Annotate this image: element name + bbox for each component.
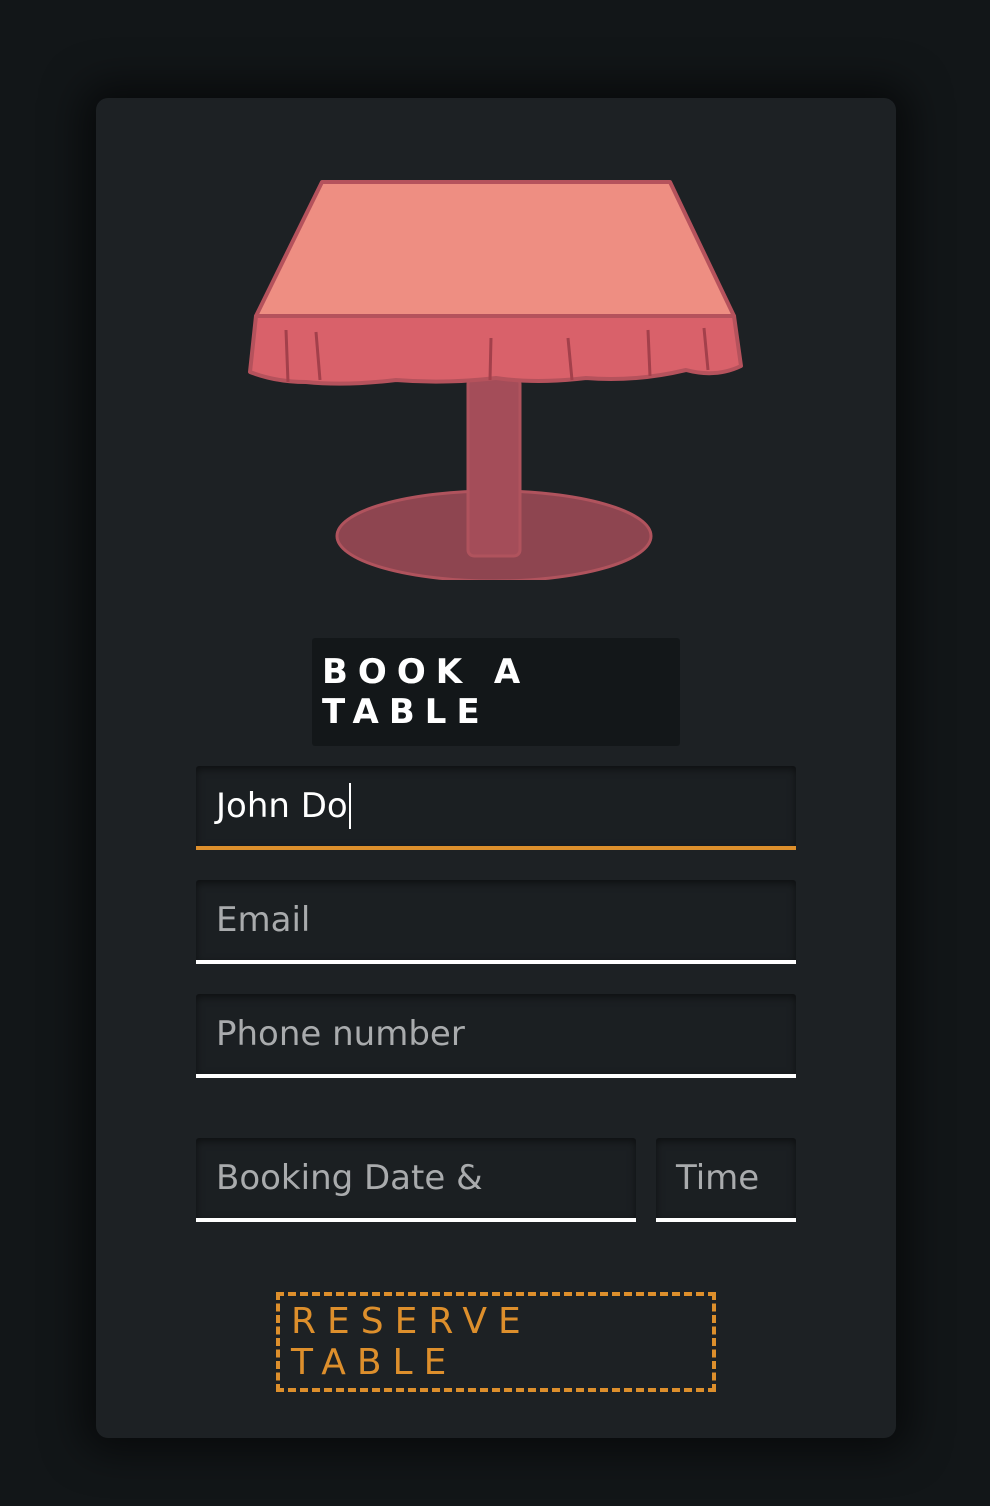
booking-date-field[interactable]: Booking Date & [196, 1138, 636, 1222]
page-title: BOOK A TABLE [312, 638, 680, 746]
phone-placeholder: Phone number [216, 1014, 465, 1054]
reserve-table-button[interactable]: RESERVE TABLE [276, 1292, 716, 1392]
booking-time-field[interactable]: Time [656, 1138, 796, 1222]
phone-field[interactable]: Phone number [196, 994, 796, 1078]
text-cursor [348, 783, 351, 829]
booking-date-placeholder: Booking Date & [216, 1158, 483, 1198]
email-field[interactable]: Email [196, 880, 796, 964]
heading-text: BOOK A TABLE [322, 652, 531, 732]
name-field[interactable]: John Do [196, 766, 796, 850]
email-placeholder: Email [216, 900, 311, 940]
booking-card: BOOK A TABLE John Do Email Phone number … [96, 98, 896, 1438]
reserve-table-label: RESERVE TABLE [291, 1301, 532, 1383]
dining-table-icon [248, 180, 743, 580]
name-value: John Do [216, 786, 348, 826]
booking-time-placeholder: Time [676, 1158, 760, 1198]
